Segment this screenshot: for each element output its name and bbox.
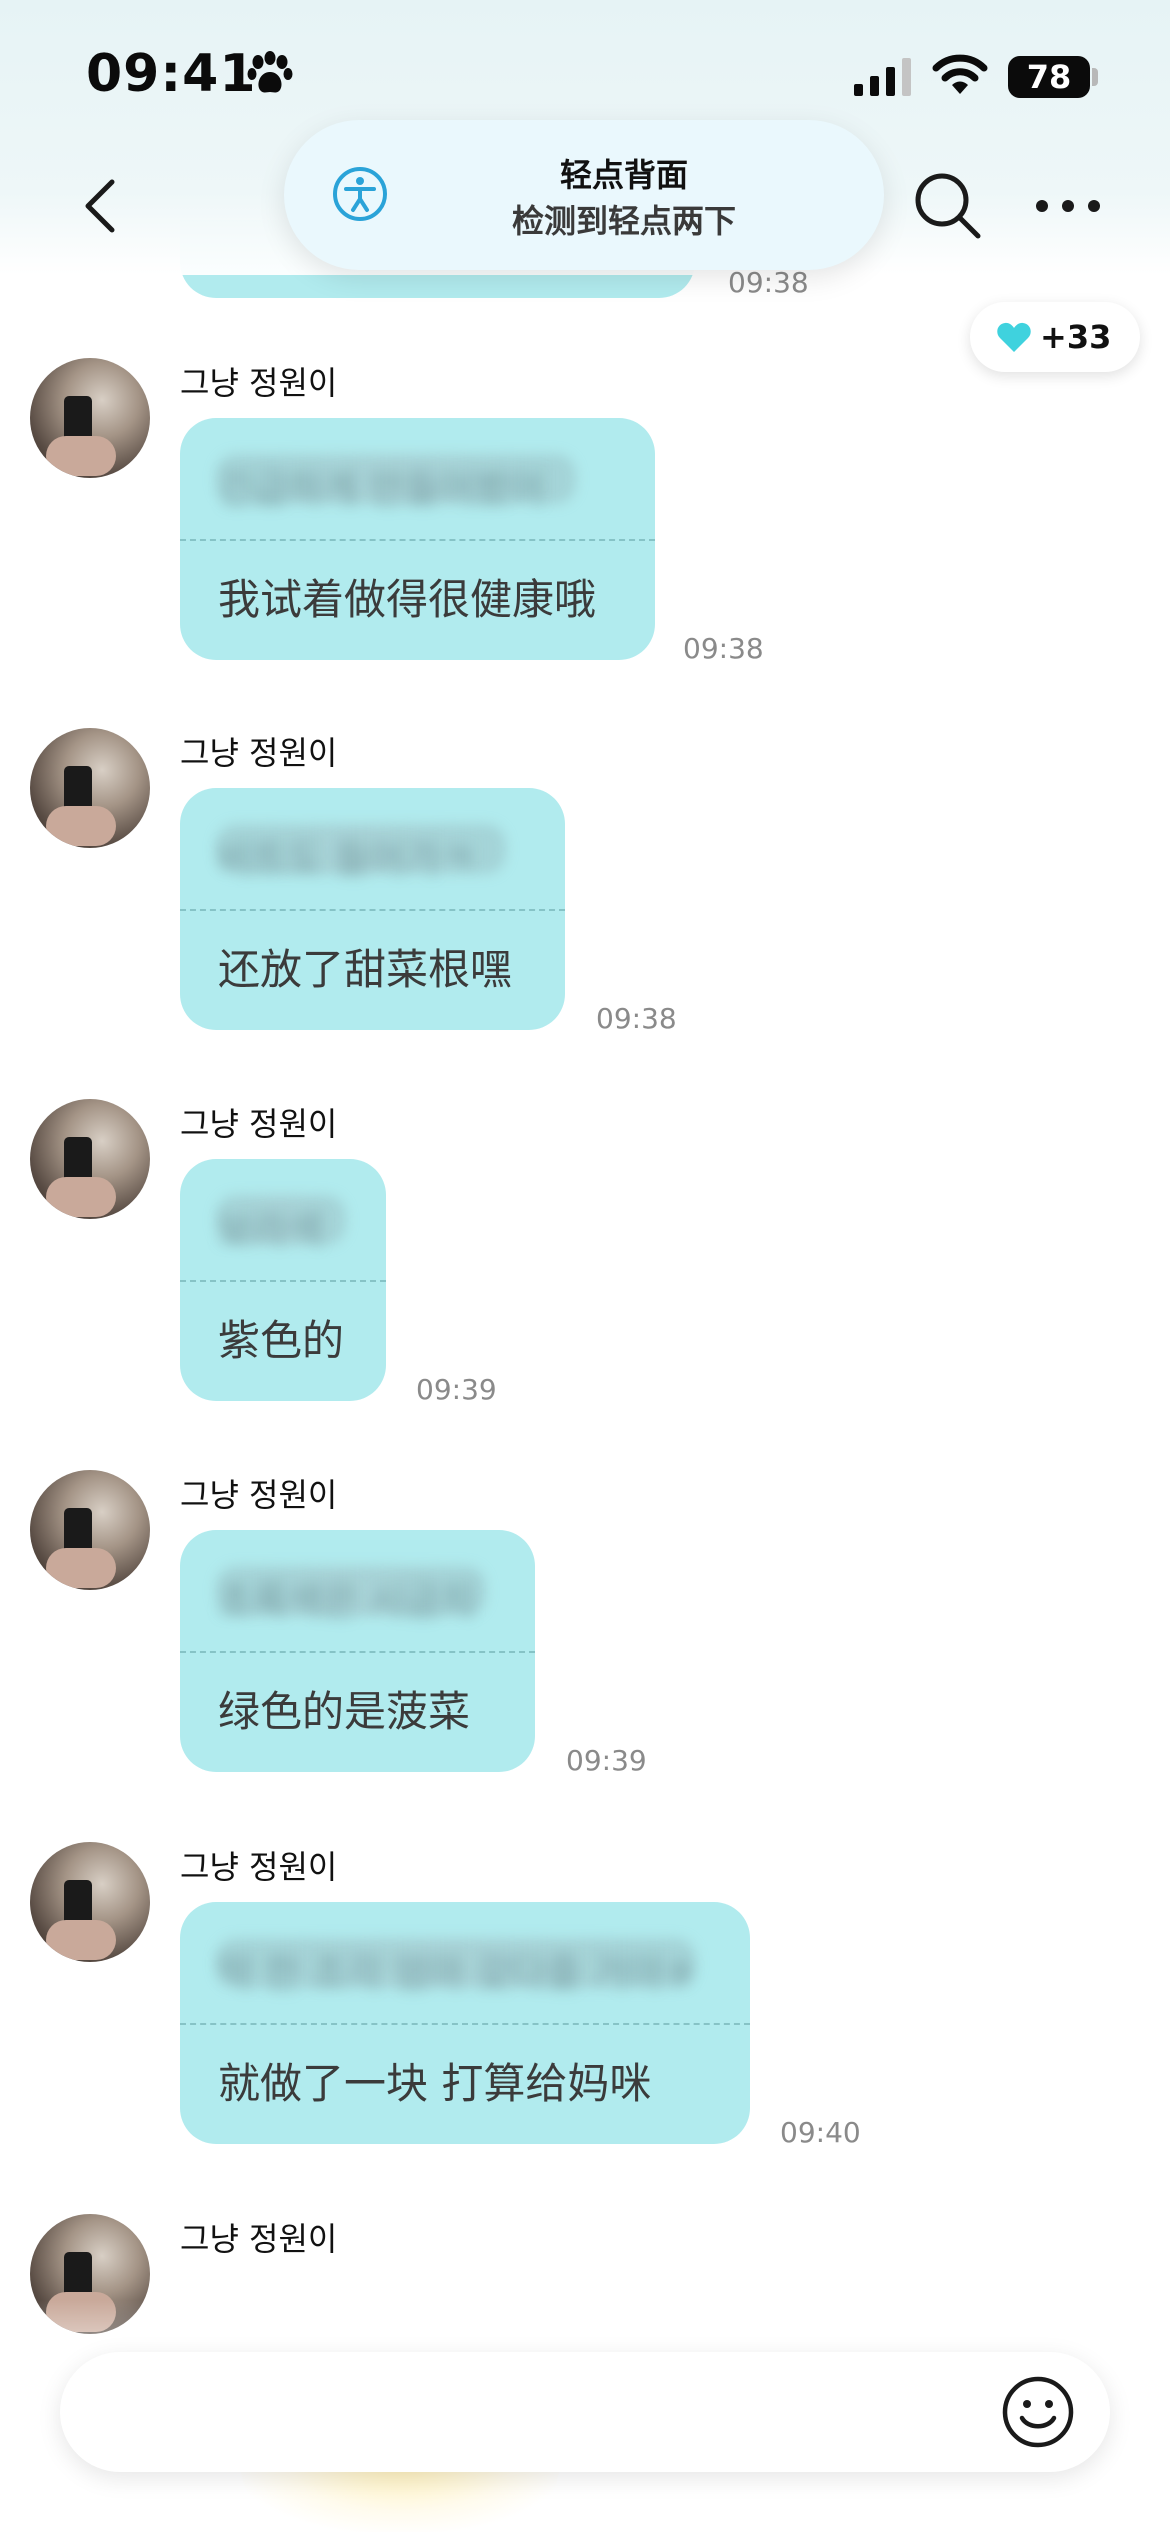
blurred-original-text-content: 딱 한 조각 엄마 갖다줄 거야ㅎ — [218, 1951, 698, 1995]
avatar[interactable] — [30, 1470, 150, 1590]
message-input[interactable] — [60, 2352, 1110, 2472]
avatar[interactable] — [30, 1842, 150, 1962]
more-options-icon[interactable] — [1032, 196, 1104, 216]
translated-text: 还放了甜菜根嘿 — [218, 945, 513, 994]
status-time: 09:41 — [86, 44, 257, 104]
battery-indicator: 78 — [1008, 56, 1090, 98]
blurred-original-text-content: 긴급하게 만들어봤어 — [218, 467, 545, 511]
sender-name: 그냥 정원이 — [180, 2220, 338, 2258]
message-time: 09:39 — [416, 1373, 497, 1406]
blurred-original-text-content: 비트도 들어가ㅋ — [218, 837, 475, 881]
translated-text: 绿色的是菠菜 — [218, 1687, 471, 1736]
heart-count: +33 — [1040, 318, 1112, 356]
translated-text: 我试着做得很健康哦 — [218, 575, 597, 624]
translated-text: 紫色的 — [218, 1316, 345, 1365]
avatar-hand — [46, 1177, 116, 1217]
translated-text: 就做了一块 打算给妈咪 — [218, 2059, 652, 2108]
sender-name: 그냥 정원이 — [180, 734, 338, 772]
message-bubble[interactable]: 초록색은 시금치 绿色的是菠菜 — [180, 1530, 535, 1772]
wifi-icon — [932, 54, 988, 94]
translation-divider — [180, 2023, 750, 2025]
message-bubble[interactable]: 비트도 들어가ㅋ 还放了甜菜根嘿 — [180, 788, 565, 1030]
message-time: 09:38 — [683, 632, 764, 665]
message-item: 그냥 정원이 비트도 들어가ㅋ 还放了甜菜根嘿 09:38 — [0, 728, 1170, 1048]
blurred-original-text-content: 보라색 — [218, 1208, 323, 1252]
heart-counter[interactable]: +33 — [970, 302, 1140, 372]
avatar[interactable] — [30, 728, 150, 848]
avatar[interactable] — [30, 1099, 150, 1219]
message-bubble[interactable]: 딱 한 조각 엄마 갖다줄 거야ㅎ 就做了一块 打算给妈咪 — [180, 1902, 750, 2144]
avatar-hand — [46, 1548, 116, 1588]
paw-icon — [247, 51, 293, 93]
message-item: 그냥 정원이 긴급하게 만들어봤어 我试着做得很健康哦 09:38 — [0, 358, 1170, 678]
avatar-hand — [46, 806, 116, 846]
message-time: 09:38 — [596, 1002, 677, 1035]
sender-name: 그냥 정원이 — [180, 1105, 338, 1143]
blurred-original-text-content: 초록색은 시금치 — [218, 1579, 475, 1623]
sender-name: 그냥 정원이 — [180, 1848, 338, 1886]
banner-title: 轻点背面 — [559, 156, 688, 194]
message-time: 09:39 — [566, 1744, 647, 1777]
translation-divider — [180, 1651, 535, 1653]
translation-divider — [180, 539, 655, 541]
message-time: 09:38 — [728, 266, 809, 299]
message-time: 09:40 — [780, 2116, 861, 2149]
message-item: 그냥 정원이 딱 한 조각 엄마 갖다줄 거야ㅎ 就做了一块 打算给妈咪 09:… — [0, 1842, 1170, 2162]
battery-cap — [1092, 68, 1098, 86]
message-bubble[interactable]: 긴급하게 만들어봤어 我试着做得很健康哦 — [180, 418, 655, 660]
avatar[interactable] — [30, 358, 150, 478]
message-bubble[interactable]: 보라색 紫色的 — [180, 1159, 386, 1401]
banner-subtitle: 检测到轻点两下 — [511, 202, 736, 240]
status-bar: 09:41 78 — [0, 0, 1170, 150]
avatar-hand — [46, 436, 116, 476]
translation-divider — [180, 1280, 386, 1282]
accessibility-icon — [333, 167, 387, 221]
sender-name: 그냥 정원이 — [180, 1476, 338, 1514]
translation-divider — [180, 909, 565, 911]
search-icon[interactable] — [912, 170, 984, 242]
cellular-signal-icon — [854, 58, 911, 96]
message-item: 그냥 정원이 초록색은 시금치 绿色的是菠菜 09:39 — [0, 1470, 1170, 1790]
avatar-hand — [46, 1920, 116, 1960]
emoji-icon[interactable] — [1000, 2374, 1076, 2450]
message-item: 그냥 정원이 보라색 紫色的 09:39 — [0, 1099, 1170, 1419]
back-arrow-icon[interactable] — [78, 176, 122, 236]
sender-name: 그냥 정원이 — [180, 364, 338, 402]
heart-icon — [997, 322, 1031, 352]
